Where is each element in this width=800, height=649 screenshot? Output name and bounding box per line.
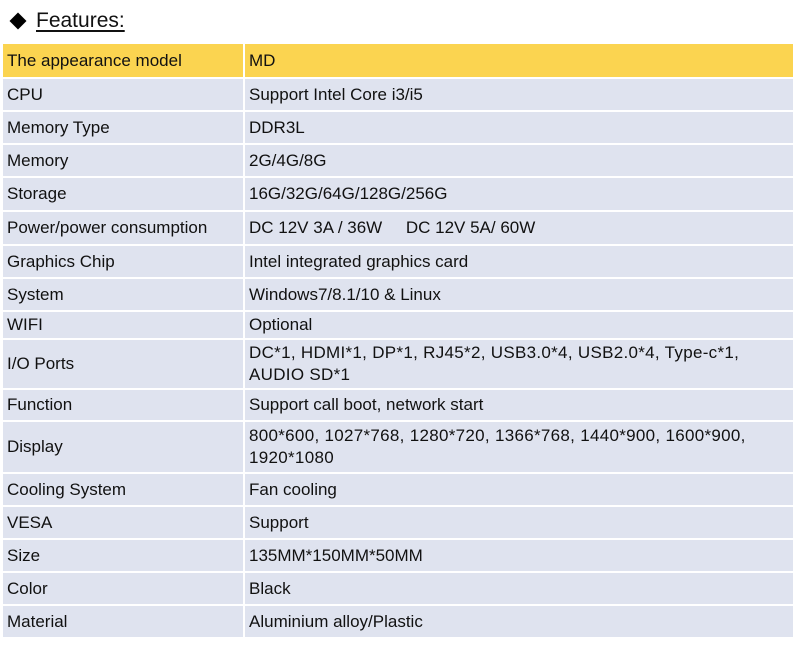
table-row-system: System Windows7/8.1/10 & Linux <box>3 278 793 312</box>
table-row-cpu: CPU Support Intel Core i3/i5 <box>3 78 793 112</box>
row-label: Color <box>3 572 245 606</box>
row-label: Display <box>3 421 245 474</box>
row-label: Memory Type <box>3 111 245 145</box>
row-label: Function <box>3 389 245 422</box>
row-value: Fan cooling <box>244 473 793 507</box>
table-row-memory-type: Memory Type DDR3L <box>3 111 793 145</box>
features-title: Features: <box>36 9 125 32</box>
table-row-vesa: VESA Support <box>3 506 793 540</box>
row-label: Cooling System <box>3 473 245 507</box>
row-value: 800*600, 1027*768, 1280*720, 1366*768, 1… <box>244 421 793 474</box>
table-row-wifi: WIFI Optional <box>3 311 793 340</box>
table-row-function: Function Support call boot, network star… <box>3 389 793 422</box>
table-row-color: Color Black <box>3 572 793 606</box>
row-label: VESA <box>3 506 245 540</box>
header-value-cell: MD <box>244 44 793 79</box>
table-row-storage: Storage 16G/32G/64G/128G/256G <box>3 177 793 212</box>
table-row-io-ports: I/O Ports DC*1, HDMI*1, DP*1, RJ45*2, US… <box>3 339 793 390</box>
row-label: I/O Ports <box>3 339 245 390</box>
row-value: Support call boot, network start <box>244 389 793 422</box>
row-value: Optional <box>244 311 793 340</box>
row-value: Support <box>244 506 793 540</box>
spec-table: The appearance model MD CPU Support Inte… <box>3 44 793 639</box>
table-row-memory: Memory 2G/4G/8G <box>3 144 793 178</box>
row-label: Graphics Chip <box>3 245 245 279</box>
row-label: Material <box>3 605 245 639</box>
table-row-power: Power/power consumption DC 12V 3A / 36W … <box>3 211 793 246</box>
row-label: Storage <box>3 177 245 212</box>
table-row-material: Material Aluminium alloy/Plastic <box>3 605 793 639</box>
row-label: Memory <box>3 144 245 178</box>
row-value: Intel integrated graphics card <box>244 245 793 279</box>
features-heading: Features: <box>9 6 125 36</box>
row-label: System <box>3 278 245 312</box>
row-value: 16G/32G/64G/128G/256G <box>244 177 793 212</box>
table-header-row: The appearance model MD <box>3 44 793 79</box>
diamond-bullet-icon <box>9 12 27 30</box>
row-value: 2G/4G/8G <box>244 144 793 178</box>
table-row-size: Size 135MM*150MM*50MM <box>3 539 793 573</box>
row-value: 135MM*150MM*50MM <box>244 539 793 573</box>
row-value: DC*1, HDMI*1, DP*1, RJ45*2, USB3.0*4, US… <box>244 339 793 390</box>
table-row-graphics-chip: Graphics Chip Intel integrated graphics … <box>3 245 793 279</box>
row-label: Size <box>3 539 245 573</box>
row-label: CPU <box>3 78 245 112</box>
table-row-cooling-system: Cooling System Fan cooling <box>3 473 793 507</box>
row-value: DDR3L <box>244 111 793 145</box>
row-value: Windows7/8.1/10 & Linux <box>244 278 793 312</box>
row-label: Power/power consumption <box>3 211 245 246</box>
row-value: Black <box>244 572 793 606</box>
header-label-cell: The appearance model <box>3 44 245 79</box>
table-row-display: Display 800*600, 1027*768, 1280*720, 136… <box>3 421 793 474</box>
row-value: DC 12V 3A / 36W DC 12V 5A/ 60W <box>244 211 793 246</box>
row-value: Aluminium alloy/Plastic <box>244 605 793 639</box>
row-label: WIFI <box>3 311 245 340</box>
row-value: Support Intel Core i3/i5 <box>244 78 793 112</box>
